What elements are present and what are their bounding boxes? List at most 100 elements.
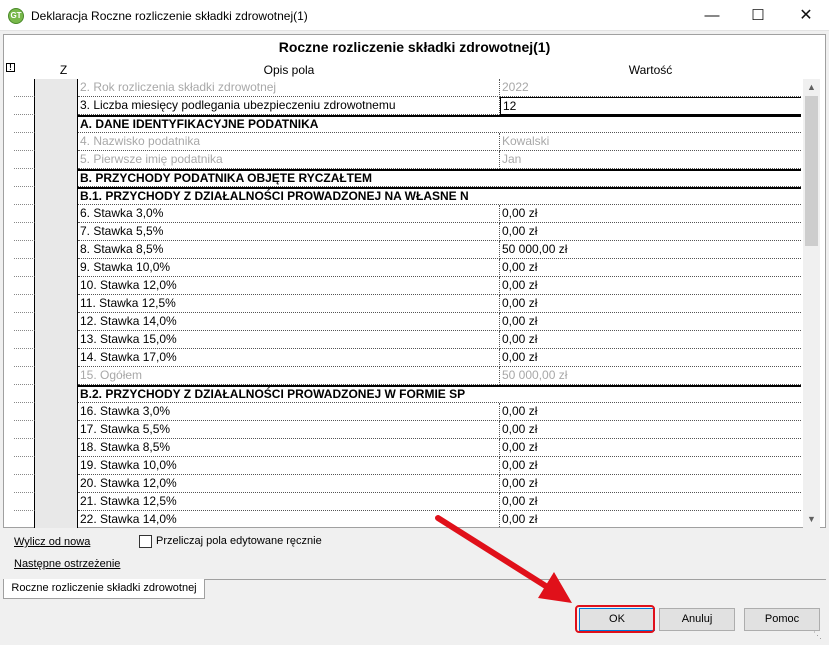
field-description: 9. Stawka 10,0% — [78, 259, 500, 277]
table-row: 11. Stawka 12,5% 0,00 zł — [14, 295, 801, 313]
field-description: 15. Ogółem — [78, 367, 500, 385]
row-indicator-cell[interactable] — [14, 187, 35, 205]
field-value[interactable]: 0,00 zł — [500, 439, 801, 457]
row-indicator-cell[interactable] — [14, 385, 35, 403]
field-value[interactable]: 50 000,00 zł — [500, 241, 801, 259]
field-value[interactable]: 12 — [500, 97, 801, 115]
row-indicator-cell[interactable] — [14, 169, 35, 187]
vertical-scrollbar[interactable]: ▲ ▼ — [803, 79, 820, 528]
row-indicator-cell[interactable] — [14, 295, 35, 313]
table-row: 2. Rok rozliczenia składki zdrowotnej 202… — [14, 79, 801, 97]
field-description: 12. Stawka 14,0% — [78, 313, 500, 331]
row-indicator-cell[interactable] — [14, 115, 35, 133]
field-description: 17. Stawka 5,5% — [78, 421, 500, 439]
field-value[interactable]: 0,00 zł — [500, 403, 801, 421]
table-row: 20. Stawka 12,0% 0,00 zł — [14, 475, 801, 493]
field-description: 10. Stawka 12,0% — [78, 277, 500, 295]
scroll-up-icon[interactable]: ▲ — [803, 79, 820, 96]
row-indicator-cell[interactable] — [14, 241, 35, 259]
row-indicator-cell[interactable] — [14, 259, 35, 277]
warning-icon[interactable]: ! — [6, 63, 15, 72]
section-title: A. DANE IDENTYFIKACYJNE PODATNIKA — [78, 115, 801, 133]
app-logo-icon: GT — [8, 8, 24, 24]
field-value[interactable]: 0,00 zł — [500, 475, 801, 493]
maximize-icon: ☐ — [751, 7, 765, 24]
field-description: 13. Stawka 15,0% — [78, 331, 500, 349]
form-panel: Roczne rozliczenie składki zdrowotnej(1)… — [3, 34, 826, 528]
row-indicator-cell[interactable] — [14, 475, 35, 493]
title-bar: GT Deklaracja Roczne rozliczenie składki… — [0, 0, 829, 31]
field-value[interactable]: 0,00 zł — [500, 313, 801, 331]
next-warning-link[interactable]: Następne ostrzeżenie — [14, 558, 120, 570]
field-value[interactable]: 0,00 zł — [500, 205, 801, 223]
scroll-down-icon[interactable]: ▼ — [803, 511, 820, 528]
minimize-button[interactable]: — — [689, 0, 735, 31]
help-button[interactable]: Pomoc — [744, 608, 820, 631]
close-button[interactable]: ✕ — [783, 0, 829, 31]
table-row: 15. Ogółem 50 000,00 zł — [14, 367, 801, 385]
table-row: 14. Stawka 17,0% 0,00 zł — [14, 349, 801, 367]
field-description: 3. Liczba miesięcy podlegania ubezpiecze… — [78, 97, 500, 115]
field-value[interactable]: 0,00 zł — [500, 457, 801, 475]
section-row: A. DANE IDENTYFIKACYJNE PODATNIKA — [14, 115, 801, 133]
row-indicator-cell[interactable] — [14, 511, 35, 528]
field-description: 7. Stawka 5,5% — [78, 223, 500, 241]
row-indicator-cell[interactable] — [14, 349, 35, 367]
table-row: 9. Stawka 10,0% 0,00 zł — [14, 259, 801, 277]
close-icon: ✕ — [799, 7, 813, 24]
z-cell — [35, 115, 78, 133]
field-description: 5. Pierwsze imię podatnika — [78, 151, 500, 169]
tab-roczne-rozliczenie[interactable]: Roczne rozliczenie składki zdrowotnej — [3, 579, 205, 599]
table-row: 8. Stawka 8,5% 50 000,00 zł — [14, 241, 801, 259]
z-cell — [35, 259, 78, 277]
row-indicator-cell[interactable] — [14, 133, 35, 151]
z-cell — [35, 151, 78, 169]
section-title: B. PRZYCHODY PODATNIKA OBJĘTE RYCZAŁTEM — [78, 169, 801, 187]
field-value[interactable]: 0,00 zł — [500, 259, 801, 277]
field-value[interactable]: 0,00 zł — [500, 295, 801, 313]
row-indicator-cell[interactable] — [14, 151, 35, 169]
row-indicator-cell[interactable] — [14, 493, 35, 511]
section-title: B.1. PRZYCHODY Z DZIAŁALNOŚCI PROWADZONE… — [78, 187, 801, 205]
row-indicator-cell[interactable] — [14, 277, 35, 295]
row-indicator-cell[interactable] — [14, 403, 35, 421]
column-header-value: Wartość — [628, 63, 673, 77]
field-value[interactable]: 0,00 zł — [500, 511, 801, 528]
form-grid: 2. Rok rozliczenia składki zdrowotnej 202… — [14, 79, 801, 528]
row-indicator-cell[interactable] — [14, 331, 35, 349]
resize-grip-icon[interactable]: ⋱ — [813, 630, 822, 641]
row-indicator-cell[interactable] — [14, 457, 35, 475]
row-indicator-cell[interactable] — [14, 205, 35, 223]
field-value[interactable]: 0,00 zł — [500, 421, 801, 439]
table-row: 7. Stawka 5,5% 0,00 zł — [14, 223, 801, 241]
recalculate-link[interactable]: Wylicz od nowa — [14, 536, 90, 548]
maximize-button[interactable]: ☐ — [735, 0, 781, 31]
field-value[interactable]: 0,00 zł — [500, 349, 801, 367]
field-value: 2022 — [500, 79, 801, 97]
cancel-button[interactable]: Anuluj — [659, 608, 735, 631]
field-description: 19. Stawka 10,0% — [78, 457, 500, 475]
table-row: 21. Stawka 12,5% 0,00 zł — [14, 493, 801, 511]
field-value[interactable]: 0,00 zł — [500, 493, 801, 511]
z-cell — [35, 133, 78, 151]
field-value[interactable]: 0,00 zł — [500, 277, 801, 295]
row-indicator-cell[interactable] — [14, 439, 35, 457]
field-value[interactable]: 0,00 zł — [500, 331, 801, 349]
row-indicator-cell[interactable] — [14, 313, 35, 331]
table-row: 22. Stawka 14,0% 0,00 zł — [14, 511, 801, 528]
z-cell — [35, 97, 78, 115]
field-description: 6. Stawka 3,0% — [78, 205, 500, 223]
row-indicator-cell[interactable] — [14, 223, 35, 241]
row-indicator-cell[interactable] — [14, 97, 35, 115]
table-row: 19. Stawka 10,0% 0,00 zł — [14, 457, 801, 475]
field-description: 20. Stawka 12,0% — [78, 475, 500, 493]
row-indicator-cell[interactable] — [14, 367, 35, 385]
field-description: 4. Nazwisko podatnika — [78, 133, 500, 151]
row-indicator-cell[interactable] — [14, 421, 35, 439]
scroll-thumb[interactable] — [805, 96, 818, 246]
column-header-description: Opis pola — [263, 63, 315, 77]
section-title: B.2. PRZYCHODY Z DZIAŁALNOŚCI PROWADZONE… — [78, 385, 801, 403]
row-indicator-cell[interactable] — [14, 79, 35, 97]
field-value[interactable]: 0,00 zł — [500, 223, 801, 241]
recalc-edited-checkbox[interactable] — [139, 535, 152, 548]
